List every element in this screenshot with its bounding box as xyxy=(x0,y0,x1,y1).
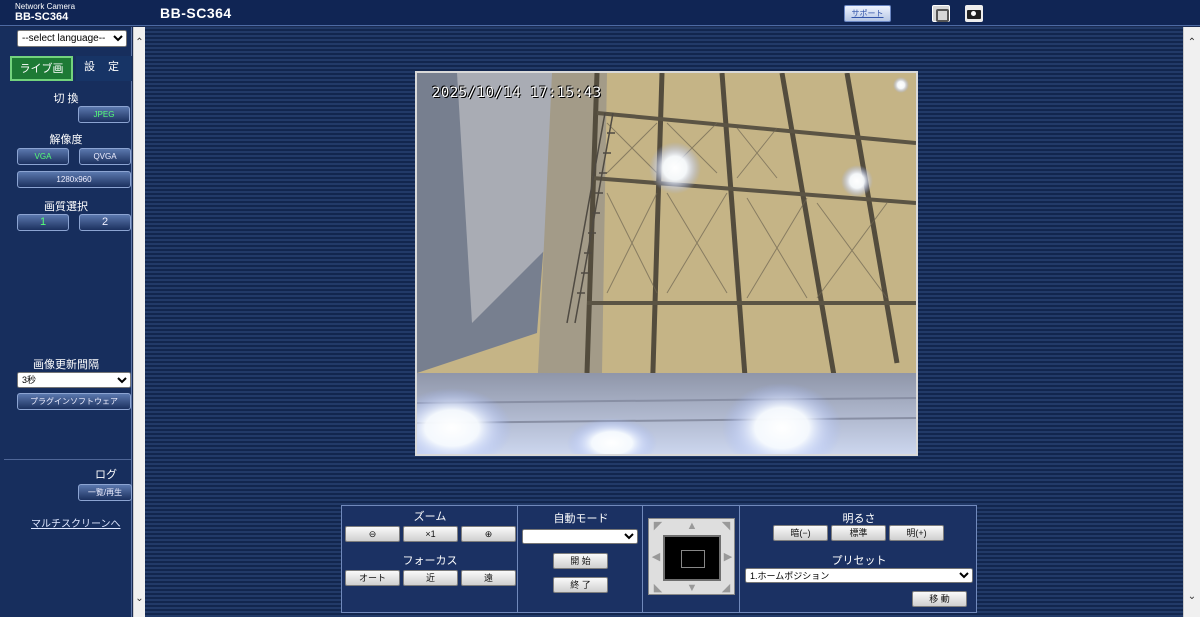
camera-image xyxy=(417,73,916,454)
jpeg-button[interactable]: JPEG xyxy=(78,106,130,123)
brightness-preset-pane: 明るさ 暗(−) 標準 明(+) プリセット 1.ホームポジション 移 動 xyxy=(741,506,977,612)
focus-near-button[interactable]: 近 xyxy=(403,570,458,586)
preset-move-button[interactable]: 移 動 xyxy=(912,591,967,607)
auto-mode-pane: 自動モード 開 始 終 了 xyxy=(519,506,643,612)
auto-stop-button[interactable]: 終 了 xyxy=(553,577,608,593)
zoom-label: ズーム xyxy=(413,511,447,523)
focus-auto-button[interactable]: オート xyxy=(345,570,400,586)
switch-label: 切 換 xyxy=(53,93,79,105)
zoom-in-icon: ⊕ xyxy=(484,529,493,539)
auto-mode-select[interactable] xyxy=(522,529,638,544)
pan-up-left-icon[interactable]: ◤ xyxy=(651,520,665,532)
brightness-standard-button[interactable]: 標準 xyxy=(831,525,886,541)
log-label: ログ xyxy=(95,469,117,481)
page-scroll-down-icon[interactable]: ⌄ xyxy=(1184,591,1200,603)
support-button[interactable]: サポート xyxy=(844,5,891,22)
vga-button[interactable]: VGA xyxy=(17,148,69,165)
zoom-focus-pane: ズーム ⊖ ×1 ⊕ フォーカス オート 近 遠 xyxy=(342,506,518,612)
sidebar: --select language-- ライブ画 設 定 切 換 JPEG 解像… xyxy=(0,27,132,617)
quality-2-button[interactable]: 2 xyxy=(79,214,131,231)
mode-tabs: ライブ画 設 定 xyxy=(10,56,132,81)
quality-1-button[interactable]: 1 xyxy=(17,214,69,231)
focus-label: フォーカス xyxy=(402,555,458,567)
pan-up-right-icon[interactable]: ◥ xyxy=(719,520,733,532)
brand-model: BB-SC364 xyxy=(15,11,69,23)
brand: Network Camera BB-SC364 xyxy=(15,1,75,23)
preset-select[interactable]: 1.ホームポジション xyxy=(745,568,973,583)
zoom-in-button[interactable]: ⊕ xyxy=(461,526,516,542)
scroll-down-icon[interactable]: ⌄ xyxy=(134,593,145,605)
page-scroll-up-icon[interactable]: ⌃ xyxy=(1184,37,1200,49)
pan-left-icon[interactable]: ◀ xyxy=(649,551,663,563)
divider xyxy=(4,459,131,460)
pan-down-left-icon[interactable]: ◣ xyxy=(651,582,665,594)
monitor-icon[interactable] xyxy=(932,5,950,22)
page-title: BB-SC364 xyxy=(160,5,232,21)
pan-tilt-center[interactable] xyxy=(663,535,721,581)
camera-live-view: 2025/10/14 17:15:43 xyxy=(415,71,918,456)
zoom-out-button[interactable]: ⊖ xyxy=(345,526,400,542)
brightness-dark-button[interactable]: 暗(−) xyxy=(773,525,828,541)
plugin-software-button[interactable]: プラグインソフトウェア xyxy=(17,393,131,410)
sidebar-scrollbar[interactable]: ⌃ ⌄ xyxy=(133,27,145,617)
focus-far-button[interactable]: 遠 xyxy=(461,570,516,586)
brightness-label: 明るさ xyxy=(842,513,876,525)
refresh-interval-select[interactable]: 3秒 xyxy=(17,372,131,388)
multi-screen-link[interactable]: マルチスクリーンへ xyxy=(31,515,121,530)
zoom-reset-button[interactable]: ×1 xyxy=(403,526,458,542)
language-select[interactable]: --select language-- xyxy=(17,30,127,47)
resolution-label: 解像度 xyxy=(49,134,83,146)
tab-settings[interactable]: 設 定 xyxy=(76,56,132,81)
auto-start-button[interactable]: 開 始 xyxy=(553,553,608,569)
pan-up-icon[interactable]: ▲ xyxy=(685,520,699,532)
page-scrollbar[interactable]: ⌃ ⌄ xyxy=(1183,27,1200,617)
pan-tilt-pad[interactable]: ◤ ▲ ◥ ◀ ▶ ◣ ▼ ◢ xyxy=(648,518,735,595)
zoom-out-icon: ⊖ xyxy=(368,529,377,539)
camera-icon[interactable] xyxy=(965,5,983,22)
auto-mode-label: 自動モード xyxy=(553,513,609,525)
scroll-up-icon[interactable]: ⌃ xyxy=(134,37,145,49)
top-bar: Network Camera BB-SC364 BB-SC364 サポート xyxy=(0,0,1200,26)
pan-down-icon[interactable]: ▼ xyxy=(685,582,699,594)
preset-label: プリセット xyxy=(831,555,887,567)
pan-right-icon[interactable]: ▶ xyxy=(721,551,735,563)
tab-live[interactable]: ライブ画 xyxy=(10,56,73,81)
refresh-interval-label: 画像更新間隔 xyxy=(33,359,99,371)
video-timestamp: 2025/10/14 17:15:43 xyxy=(432,85,602,101)
quality-label: 画質選択 xyxy=(44,201,88,213)
log-list-button[interactable]: 一覧/再生 xyxy=(78,484,132,501)
qvga-button[interactable]: QVGA xyxy=(79,148,131,165)
pan-down-right-icon[interactable]: ◢ xyxy=(719,582,733,594)
brightness-bright-button[interactable]: 明(+) xyxy=(889,525,944,541)
resolution-1280-button[interactable]: 1280x960 xyxy=(17,171,131,188)
